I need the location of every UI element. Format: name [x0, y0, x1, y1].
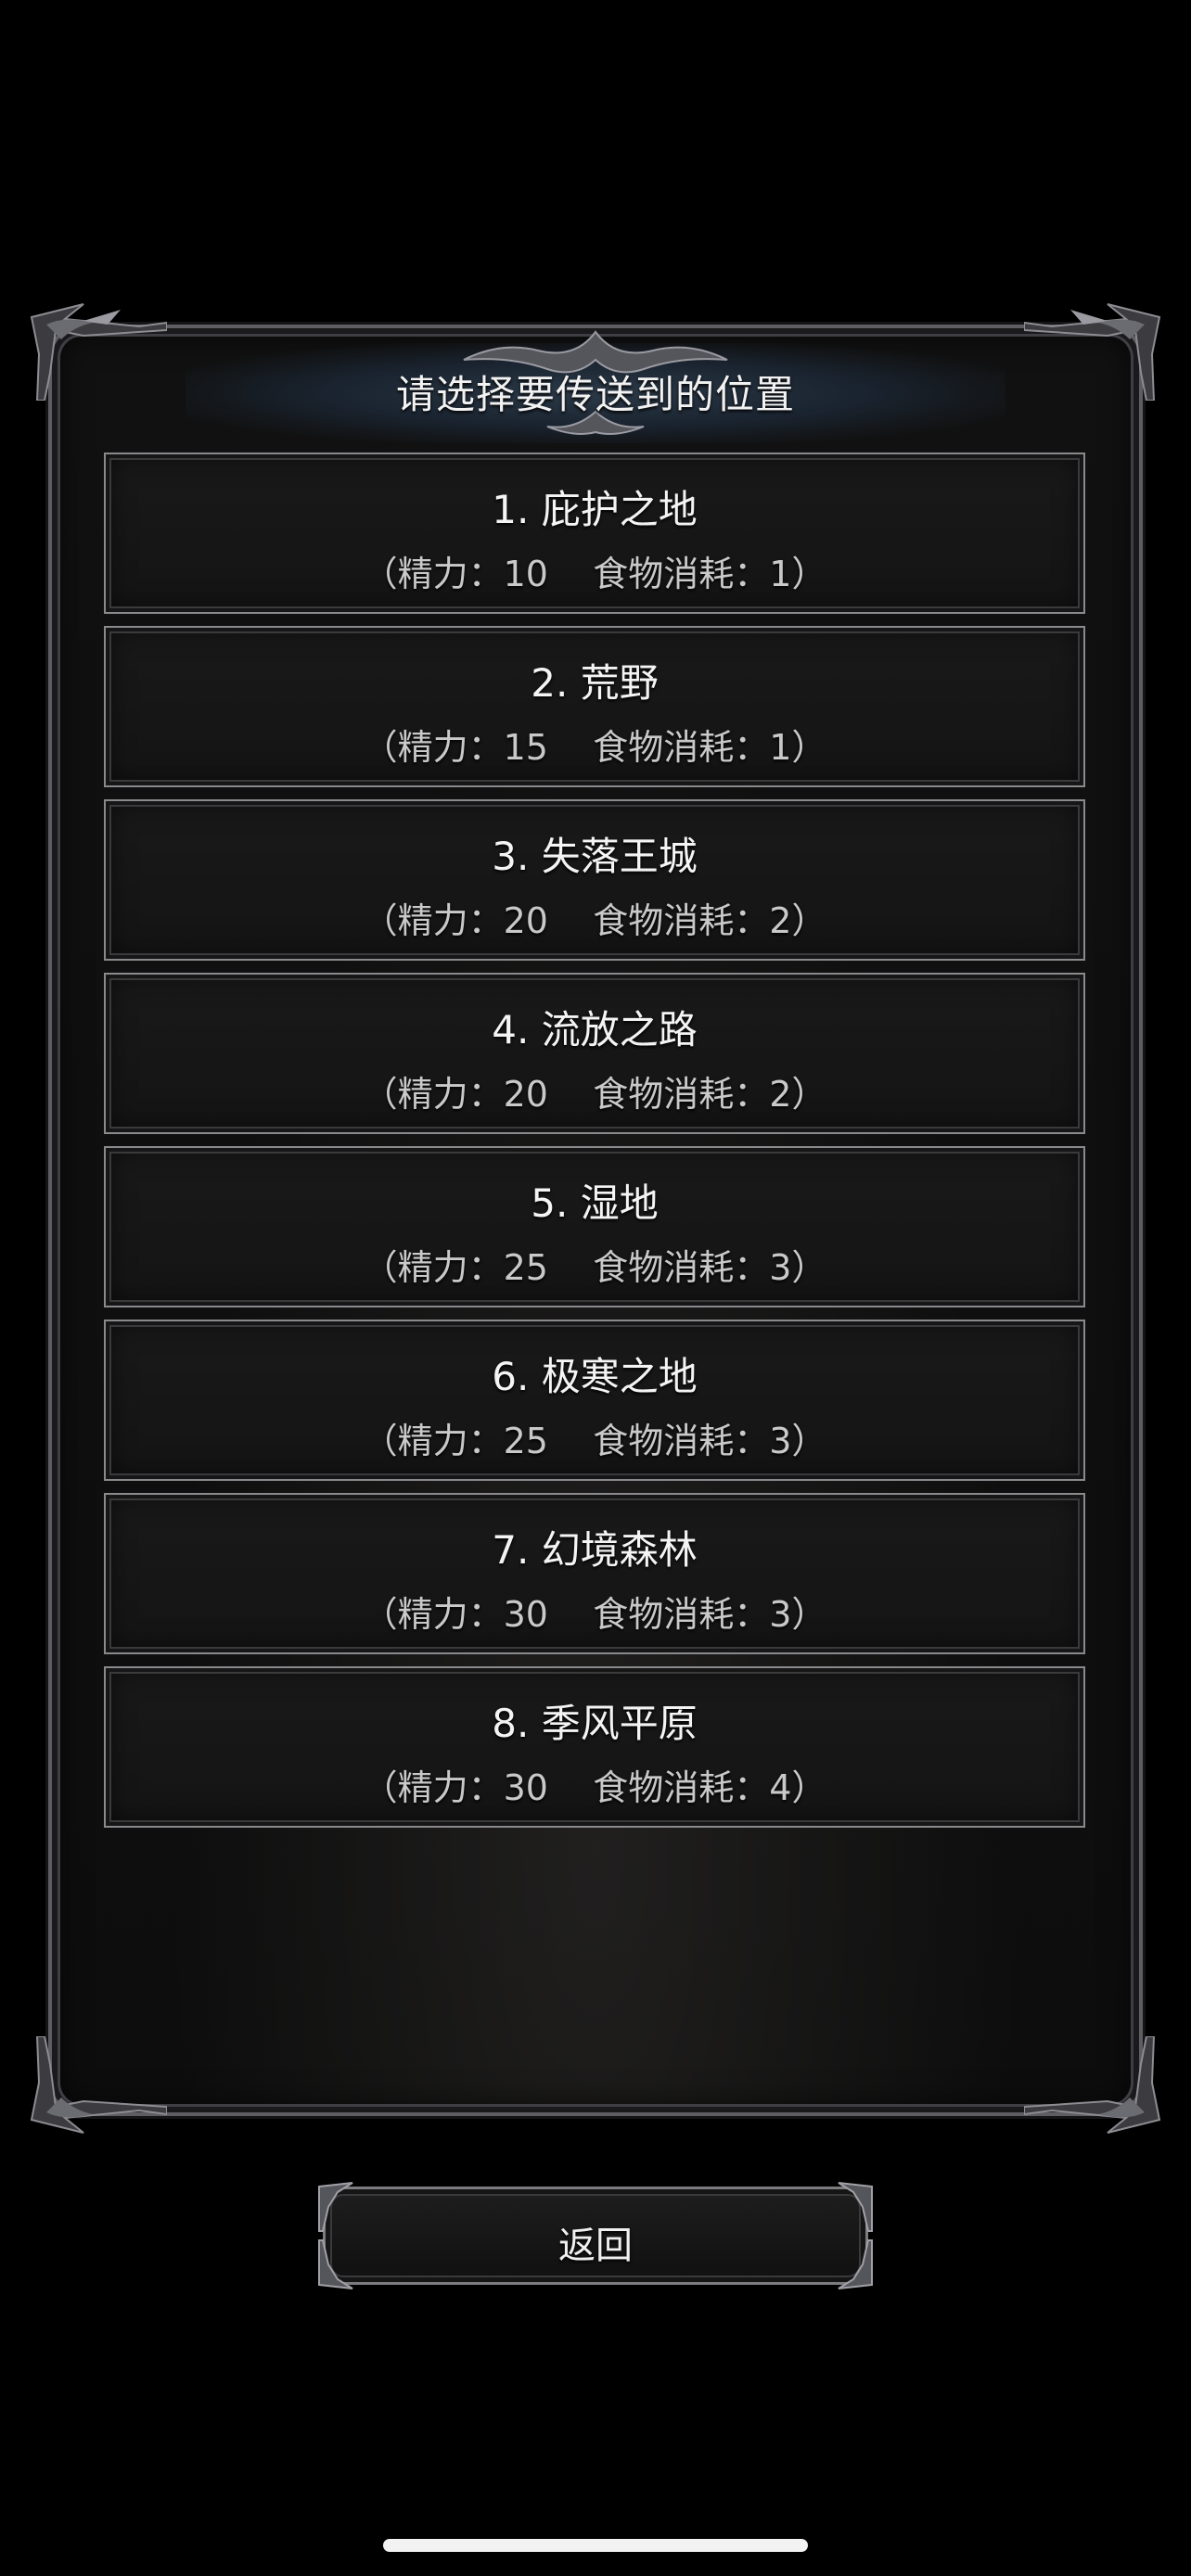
dialog-title: 请选择要传送到的位置	[395, 372, 795, 417]
location-list: 1. 庇护之地 （精力：10 食物消耗：1） 2. 荒野 （精力：15 食物消耗…	[104, 453, 1085, 1840]
location-item-5[interactable]: 5. 湿地 （精力：25 食物消耗：3）	[104, 1146, 1085, 1307]
location-cost: （精力：10 食物消耗：1）	[362, 554, 827, 594]
location-name: 6. 极寒之地	[492, 1354, 698, 1399]
location-name: 5. 湿地	[531, 1180, 659, 1226]
button-ornament-icon	[820, 2237, 876, 2292]
location-cost: （精力：20 食物消耗：2）	[362, 900, 827, 941]
location-name: 3. 失落王城	[492, 834, 698, 879]
location-cost: （精力：30 食物消耗：4）	[362, 1767, 827, 1808]
location-name: 8. 季风平原	[492, 1701, 698, 1746]
teleport-screen: 请选择要传送到的位置 1. 庇护之地 （精力：10 食物消耗：1） 2. 荒野 …	[0, 0, 1191, 2576]
location-cost: （精力：15 食物消耗：1）	[362, 727, 827, 768]
location-name: 4. 流放之路	[492, 1007, 698, 1052]
location-item-3[interactable]: 3. 失落王城 （精力：20 食物消耗：2）	[104, 799, 1085, 961]
location-item-1[interactable]: 1. 庇护之地 （精力：10 食物消耗：1）	[104, 453, 1085, 614]
location-item-6[interactable]: 6. 极寒之地 （精力：25 食物消耗：3）	[104, 1320, 1085, 1481]
location-item-7[interactable]: 7. 幻境森林 （精力：30 食物消耗：3）	[104, 1493, 1085, 1654]
location-item-4[interactable]: 4. 流放之路 （精力：20 食物消耗：2）	[104, 973, 1085, 1134]
location-name: 1. 庇护之地	[492, 487, 698, 532]
back-button-label: 返回	[558, 2225, 633, 2267]
button-ornament-icon	[315, 2237, 371, 2292]
location-name: 7. 幻境森林	[492, 1527, 698, 1573]
location-item-2[interactable]: 2. 荒野 （精力：15 食物消耗：1）	[104, 626, 1085, 787]
back-button[interactable]: 返回	[323, 2187, 868, 2285]
home-indicator[interactable]	[383, 2539, 808, 2552]
location-cost: （精力：20 食物消耗：2）	[362, 1074, 827, 1115]
location-cost: （精力：25 食物消耗：3）	[362, 1247, 827, 1288]
location-item-8[interactable]: 8. 季风平原 （精力：30 食物消耗：4）	[104, 1666, 1085, 1828]
button-ornament-icon	[820, 2179, 876, 2235]
button-ornament-icon	[315, 2179, 371, 2235]
location-name: 2. 荒野	[531, 660, 659, 706]
location-cost: （精力：30 食物消耗：3）	[362, 1594, 827, 1635]
location-cost: （精力：25 食物消耗：3）	[362, 1421, 827, 1461]
